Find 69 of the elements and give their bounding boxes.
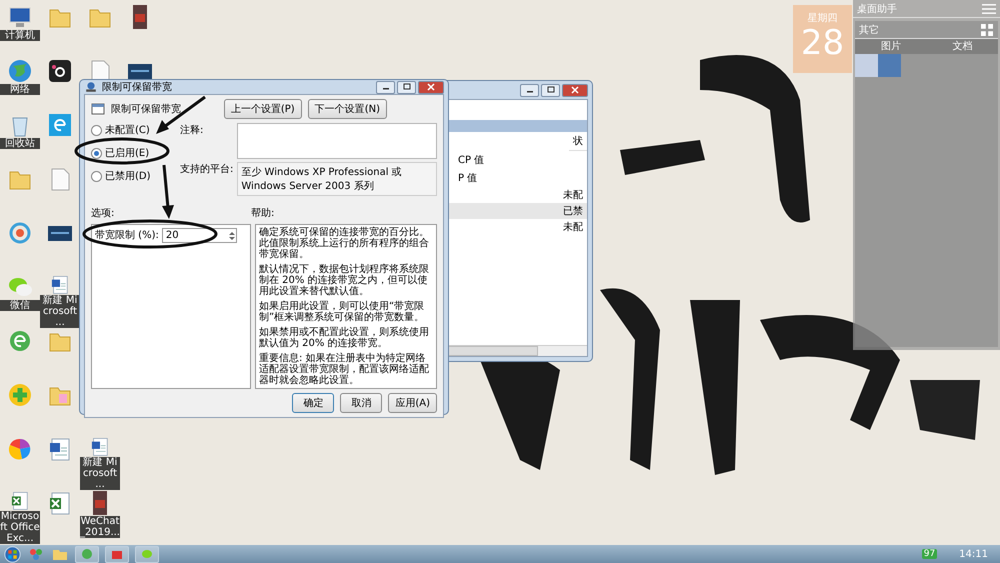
field-label: 支持的平台: bbox=[180, 162, 234, 176]
field-label: 注释: bbox=[180, 124, 204, 137]
apps-icon[interactable] bbox=[27, 547, 45, 561]
help-paragraph: 确定系统可保留的连接带宽的百分比。此值限制系统上运行的所有程序的组合带宽保留。 bbox=[259, 227, 430, 260]
radio-button[interactable] bbox=[91, 148, 102, 158]
icon-label[interactable]: 新建 Microsoft ... bbox=[40, 295, 80, 328]
icon-label[interactable]: Microsoft Office Exc... bbox=[0, 511, 40, 544]
section-title: 其它 bbox=[859, 24, 880, 36]
grid-icon[interactable] bbox=[980, 24, 994, 36]
close-button[interactable] bbox=[562, 84, 588, 96]
radio-label[interactable]: 未配置(C) bbox=[105, 123, 150, 137]
setting-heading: 限制可保留带宽 bbox=[111, 102, 181, 116]
browser-icon[interactable] bbox=[47, 112, 73, 138]
nav-button[interactable]: 上一个设置(P) bbox=[224, 99, 302, 119]
tab[interactable]: 文档 bbox=[926, 39, 998, 54]
annotation-arrow bbox=[162, 164, 174, 219]
icon-label[interactable]: 回收站 bbox=[0, 138, 40, 149]
plus-icon[interactable] bbox=[7, 382, 33, 408]
section-label: 选项: bbox=[91, 206, 116, 220]
help-paragraph: 如果禁用或不配置此设置，则系统使用默认值为 20% 的连接带宽。 bbox=[259, 327, 430, 349]
icon-label[interactable]: 计算机 bbox=[0, 30, 40, 41]
minimize-button[interactable] bbox=[520, 84, 539, 96]
tab[interactable]: 图片 bbox=[855, 39, 926, 54]
close-button[interactable] bbox=[418, 80, 444, 94]
folder-icon[interactable] bbox=[51, 547, 69, 561]
icon-label[interactable]: 新建 Microsoft ... bbox=[80, 457, 120, 490]
weekday-label: 星期四 bbox=[808, 12, 838, 25]
maximize-button[interactable] bbox=[541, 84, 560, 96]
status-cell-text: 未配 bbox=[562, 188, 584, 203]
start-button[interactable] bbox=[4, 546, 21, 562]
radio-button[interactable] bbox=[91, 124, 102, 136]
section-label: 帮助: bbox=[251, 206, 276, 220]
panel-title: 桌面助手 bbox=[857, 2, 898, 16]
maximize-button[interactable] bbox=[397, 80, 416, 94]
dialog-button[interactable]: 取消 bbox=[340, 393, 382, 413]
day-number: 28 bbox=[800, 25, 844, 61]
option-label: 带宽限制 (%): bbox=[95, 228, 159, 242]
taskbar-button[interactable] bbox=[105, 546, 129, 562]
tile bbox=[878, 54, 901, 77]
nav-button[interactable]: 下一个设置(N) bbox=[308, 99, 387, 119]
maximize-icon bbox=[546, 86, 554, 94]
dialog-button[interactable]: 确定 bbox=[292, 393, 334, 413]
comment-field[interactable] bbox=[237, 123, 437, 159]
setting-icon bbox=[91, 103, 105, 115]
browser-icon[interactable] bbox=[7, 328, 33, 354]
app-icon[interactable] bbox=[47, 58, 73, 84]
radio-button[interactable] bbox=[91, 170, 102, 182]
close-icon bbox=[571, 86, 579, 94]
icon-label[interactable]: 网络 bbox=[0, 84, 40, 95]
icon-label[interactable]: WeChat_2019... bbox=[80, 516, 120, 538]
help-paragraph: 默认情况下，数据包计划程序将系统限制在 20% 的连接带宽之内，但可以使用此设置来替代默认值。 bbox=[259, 264, 430, 297]
column-header: 状 bbox=[569, 132, 587, 151]
help-paragraph: 重要信息: 如果在注册表中为特定网络适配器设置带宽限制，配置该网络适配器时就会忽略此设置。 bbox=[259, 353, 430, 386]
spinner-arrows-icon[interactable] bbox=[228, 230, 236, 242]
dialog-button[interactable]: 应用(A) bbox=[388, 393, 437, 413]
number-field[interactable]: 20 bbox=[162, 228, 237, 243]
minimize-button[interactable] bbox=[376, 80, 395, 94]
globe-icon[interactable] bbox=[7, 58, 33, 84]
tile bbox=[855, 54, 878, 77]
icon-label[interactable]: 微信 bbox=[0, 300, 40, 311]
taskbar-button[interactable] bbox=[75, 546, 99, 562]
close-icon bbox=[427, 83, 435, 91]
menu-icon[interactable] bbox=[982, 2, 996, 14]
status-cell-text: 未配 bbox=[562, 220, 584, 235]
maximize-icon bbox=[402, 83, 410, 91]
platform-text: 至少 Windows XP Professional 或 Windows Server 2003 系列 bbox=[237, 162, 437, 196]
window-title: 限制可保留带宽 bbox=[102, 80, 173, 94]
help-paragraph: 如果启用此设置，则可以使用“带宽限制”框来调整系统可保留的带宽数量。 bbox=[259, 301, 426, 323]
radio-label[interactable]: 已禁用(D) bbox=[105, 169, 151, 183]
